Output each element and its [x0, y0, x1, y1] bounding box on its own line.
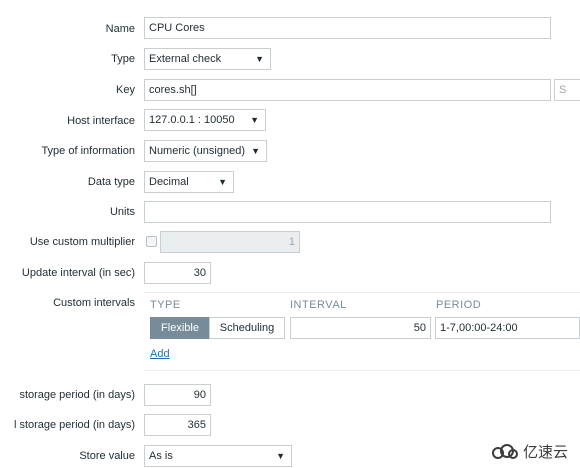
name-input[interactable]: CPU Cores: [144, 17, 551, 39]
watermark: 亿速云: [491, 441, 568, 462]
store-value-select-value: As is: [149, 450, 173, 462]
chevron-down-icon: ▼: [276, 451, 285, 461]
store-value-label: Store value: [79, 450, 135, 462]
host-interface-select[interactable]: 127.0.0.1 : 10050 ▼: [144, 109, 266, 131]
data-type-label: Data type: [87, 176, 135, 188]
column-header-type: TYPE: [150, 299, 181, 311]
custom-intervals-top-divider: [144, 292, 580, 293]
custom-multiplier-checkbox[interactable]: [146, 236, 157, 247]
chevron-down-icon: ▼: [250, 115, 259, 125]
type-select[interactable]: External check ▼: [144, 48, 271, 70]
units-label: Units: [109, 206, 135, 218]
trend-storage-input[interactable]: 365: [144, 414, 211, 436]
interval-input[interactable]: 50: [290, 317, 431, 339]
column-header-interval: INTERVAL: [290, 299, 347, 311]
key-input[interactable]: cores.sh[]: [144, 79, 551, 101]
type-select-value: External check: [149, 53, 222, 65]
host-interface-label: Host interface: [67, 115, 135, 127]
mode-scheduling-button[interactable]: Scheduling: [209, 317, 285, 339]
custom-multiplier-input: 1: [160, 231, 300, 253]
column-header-period: PERIOD: [436, 299, 482, 311]
chevron-down-icon: ▼: [255, 54, 264, 64]
key-select-button[interactable]: S: [554, 79, 580, 101]
custom-multiplier-label: Use custom multiplier: [29, 236, 135, 248]
period-input[interactable]: 1-7,00:00-24:00: [435, 317, 580, 339]
host-interface-select-value: 127.0.0.1 : 10050: [149, 114, 235, 126]
history-storage-input[interactable]: 90: [144, 384, 211, 406]
update-interval-label: Update interval (in sec): [21, 267, 135, 279]
custom-intervals-bottom-divider: [144, 370, 580, 371]
update-interval-input[interactable]: 30: [144, 262, 211, 284]
data-type-select-value: Decimal: [149, 176, 189, 188]
mode-flexible-button[interactable]: Flexible: [150, 317, 210, 339]
trend-storage-label: l storage period (in days): [13, 419, 135, 431]
add-interval-link[interactable]: Add: [150, 348, 170, 360]
type-of-information-label: Type of information: [41, 145, 135, 157]
watermark-text: 亿速云: [522, 444, 568, 461]
key-label: Key: [116, 84, 135, 96]
chevron-down-icon: ▼: [218, 177, 227, 187]
units-input[interactable]: [144, 201, 551, 223]
store-value-select[interactable]: As is ▼: [144, 445, 292, 467]
chevron-down-icon: ▼: [251, 146, 260, 156]
history-storage-label: storage period (in days): [19, 389, 135, 401]
data-type-select[interactable]: Decimal ▼: [144, 171, 234, 193]
type-of-information-select-value: Numeric (unsigned): [149, 145, 245, 157]
type-label: Type: [111, 53, 135, 65]
custom-intervals-label: Custom intervals: [53, 297, 135, 309]
type-of-information-select[interactable]: Numeric (unsigned) ▼: [144, 140, 267, 162]
cloud-logo-icon: [491, 443, 518, 459]
name-label: Name: [105, 23, 135, 35]
